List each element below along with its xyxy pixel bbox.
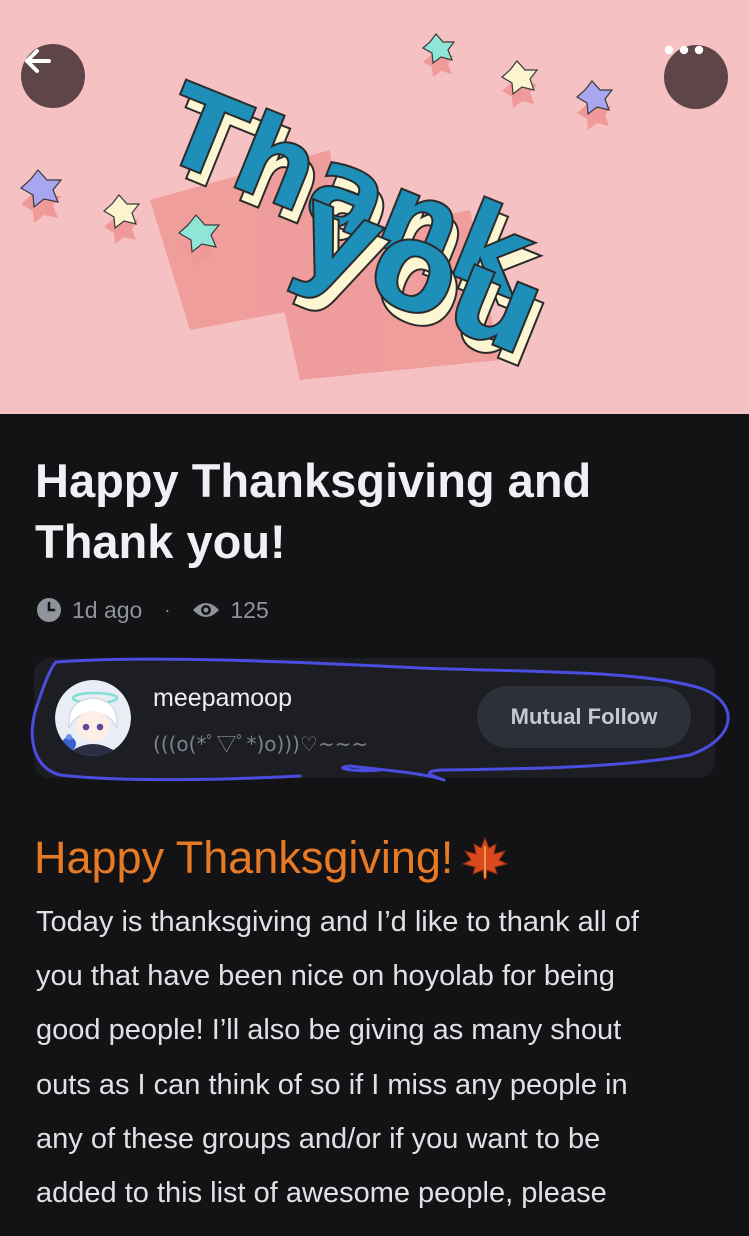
content-heading-text: Happy Thanksgiving! — [34, 832, 454, 883]
mutual-follow-button[interactable]: Mutual Follow — [477, 686, 691, 748]
arrow-left-icon — [25, 49, 51, 73]
author-bio: (((o(*ﾟ▽ﾟ*)o)))♡~~~ — [153, 732, 369, 756]
post-body-line: good people! I’ll also be giving as many… — [36, 1014, 622, 1047]
more-options-button[interactable] — [664, 45, 728, 109]
avatar[interactable] — [55, 680, 131, 756]
post-time: 1d ago — [72, 596, 143, 623]
post-body-line: any of these groups and/or if you want t… — [36, 1122, 601, 1155]
hero-banner: Thank Thank you you — [0, 0, 749, 414]
post-title: Happy Thanksgiving and Thank you! — [35, 454, 592, 568]
content-heading: Happy Thanksgiving! — [34, 828, 509, 888]
back-button[interactable] — [21, 44, 85, 108]
thank-you-illustration: Thank Thank you you — [19, 33, 614, 398]
post-body-line: outs as I can think of so if I miss any … — [36, 1068, 628, 1101]
maple-leaf-icon — [461, 836, 509, 880]
post-body-line: added to this list of awesome people, pl… — [36, 1177, 607, 1210]
meta-separator: · — [164, 599, 171, 620]
post-body-line: Today is thanksgiving and I’d like to th… — [36, 906, 639, 938]
eye-icon — [192, 600, 220, 620]
clock-icon — [36, 597, 62, 623]
author-card[interactable]: meepamoop (((o(*ﾟ▽ﾟ*)o)))♡~~~ Mutual Fol… — [34, 658, 715, 778]
post-body-line: you that have been nice on hoyolab for b… — [36, 960, 615, 993]
post-body: Today is thanksgiving and I’d like to th… — [36, 895, 726, 1220]
post-meta: 1d ago · 125 — [36, 595, 269, 625]
ellipsis-icon — [664, 45, 704, 55]
author-username[interactable]: meepamoop — [153, 684, 292, 713]
avatar-image — [55, 680, 131, 756]
view-count: 125 — [230, 596, 269, 623]
